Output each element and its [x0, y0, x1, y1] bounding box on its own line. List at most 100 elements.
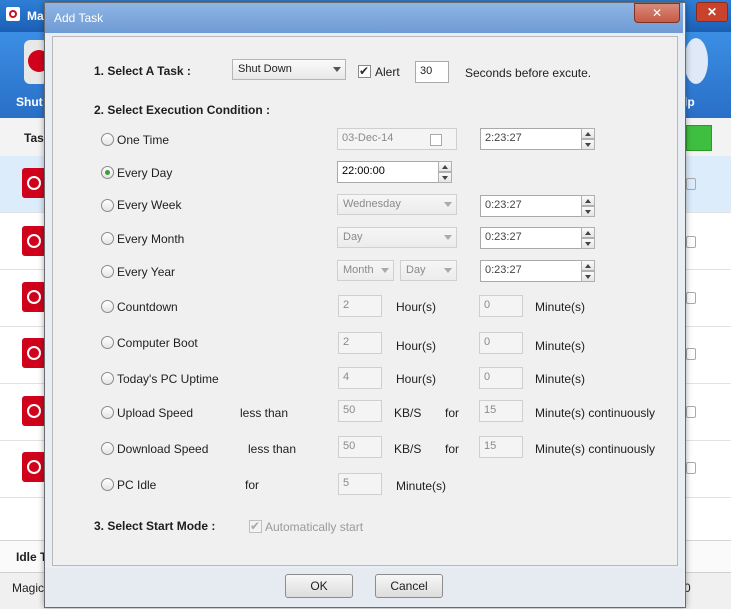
uptime-hours-unit: Hour(s) — [396, 372, 437, 386]
every-week-label: Every Week — [117, 198, 182, 212]
download-speed-input[interactable]: 50 — [338, 436, 382, 458]
spin-down-icon[interactable] — [581, 271, 595, 282]
row-action-icon[interactable] — [686, 406, 696, 418]
cancel-button[interactable]: Cancel — [375, 574, 443, 598]
upload-speed-label: Upload Speed — [117, 406, 194, 420]
every-day-time-input[interactable]: 22:00:00 — [337, 161, 439, 183]
spin-up-icon[interactable] — [581, 195, 595, 206]
weekday-select[interactable]: Wednesday — [337, 194, 457, 215]
spin-down-icon[interactable] — [581, 238, 595, 249]
one-time-label: One Time — [117, 133, 170, 147]
download-minutes-input[interactable]: 15 — [479, 436, 523, 458]
countdown-hours-unit: Hour(s) — [396, 300, 437, 314]
upload-for-label: for — [445, 406, 460, 420]
row-action-icon[interactable] — [686, 348, 696, 360]
boot-hours-input[interactable]: 2 — [338, 332, 382, 354]
year-month-select-value: Month — [343, 264, 374, 276]
one-time-time-input[interactable]: 2:23:27 — [480, 128, 582, 150]
month-day-select[interactable]: Day — [337, 227, 457, 248]
countdown-label: Countdown — [117, 300, 178, 314]
dialog-title: Add Task — [54, 11, 104, 25]
every-year-time-input[interactable]: 0:23:27 — [480, 260, 582, 282]
every-week-time-spinner[interactable] — [581, 195, 595, 217]
row-action-icon[interactable] — [686, 462, 696, 474]
row-action-icon[interactable] — [686, 236, 696, 248]
every-month-radio[interactable] — [101, 232, 114, 245]
seconds-before-label: Seconds before excute. — [465, 66, 592, 80]
chevron-down-icon — [381, 268, 389, 273]
every-week-time-input[interactable]: 0:23:27 — [480, 195, 582, 217]
one-time-radio[interactable] — [101, 133, 114, 146]
download-minutes-unit: Minute(s) continuously — [535, 442, 656, 456]
every-year-radio[interactable] — [101, 265, 114, 278]
download-for-label: for — [445, 442, 460, 456]
idle-minutes-input[interactable]: 5 — [338, 473, 382, 495]
boot-hours-unit: Hour(s) — [396, 339, 437, 353]
uptime-hours-input[interactable]: 4 — [338, 367, 382, 389]
year-day-select-value: Day — [406, 264, 426, 276]
upload-minutes-input[interactable]: 15 — [479, 400, 523, 422]
alert-seconds-input[interactable]: 30 — [415, 61, 449, 83]
spin-up-icon[interactable] — [438, 161, 452, 172]
upload-speed-unit: KB/S — [394, 406, 422, 420]
computer-boot-radio[interactable] — [101, 336, 114, 349]
ok-button[interactable]: OK — [285, 574, 353, 598]
task-list-header-label: Tas — [24, 131, 44, 145]
download-speed-radio[interactable] — [101, 442, 114, 455]
idle-label: Idle T — [16, 550, 48, 564]
calendar-icon — [430, 134, 442, 146]
dialog-titlebar[interactable] — [45, 3, 683, 33]
dialog-close-button[interactable]: ✕ — [634, 3, 680, 23]
year-month-select[interactable]: Month — [337, 260, 394, 281]
row-action-icon[interactable] — [686, 178, 696, 190]
every-week-radio[interactable] — [101, 199, 114, 212]
boot-minutes-input[interactable]: 0 — [479, 332, 523, 354]
spin-down-icon[interactable] — [581, 206, 595, 217]
task-select-value: Shut Down — [238, 63, 292, 75]
task-power-icon — [22, 338, 46, 368]
one-time-time-spinner[interactable] — [581, 128, 595, 150]
start-mode-heading: 3. Select Start Mode : — [94, 519, 216, 533]
pc-idle-radio[interactable] — [101, 478, 114, 491]
every-day-radio[interactable] — [101, 166, 114, 179]
computer-boot-label: Computer Boot — [117, 336, 198, 350]
main-close-button[interactable]: ✕ — [696, 2, 728, 22]
every-day-time-spinner[interactable] — [438, 161, 452, 183]
countdown-hours-input[interactable]: 2 — [338, 295, 382, 317]
spin-down-icon[interactable] — [581, 139, 595, 150]
download-comparator-label: less than — [248, 442, 297, 456]
every-month-time-input[interactable]: 0:23:27 — [480, 227, 582, 249]
every-month-time-spinner[interactable] — [581, 227, 595, 249]
spin-down-icon[interactable] — [438, 172, 452, 183]
pc-uptime-radio[interactable] — [101, 372, 114, 385]
countdown-radio[interactable] — [101, 300, 114, 313]
execution-condition-heading: 2. Select Execution Condition : — [94, 103, 271, 117]
countdown-minutes-input[interactable]: 0 — [479, 295, 523, 317]
spin-up-icon[interactable] — [581, 260, 595, 271]
chevron-down-icon — [444, 268, 452, 273]
boot-minutes-unit: Minute(s) — [535, 339, 586, 353]
toolbar-shutdown-label[interactable]: Shut — [16, 95, 43, 109]
check-icon: ✔ — [250, 519, 261, 533]
every-day-label: Every Day — [117, 166, 173, 180]
upload-speed-radio[interactable] — [101, 406, 114, 419]
uptime-minutes-input[interactable]: 0 — [479, 367, 523, 389]
spin-up-icon[interactable] — [581, 227, 595, 238]
help-icon[interactable] — [684, 38, 708, 84]
every-year-time-spinner[interactable] — [581, 260, 595, 282]
task-select[interactable]: Shut Down — [232, 59, 346, 80]
chevron-down-icon — [444, 202, 452, 207]
task-power-icon — [22, 226, 46, 256]
alert-label: Alert — [375, 65, 400, 79]
every-month-label: Every Month — [117, 232, 185, 246]
pc-idle-for-label: for — [245, 478, 260, 492]
uptime-minutes-unit: Minute(s) — [535, 372, 586, 386]
upload-speed-input[interactable]: 50 — [338, 400, 382, 422]
year-day-select[interactable]: Day — [400, 260, 457, 281]
download-speed-label: Download Speed — [117, 442, 209, 456]
add-task-button[interactable] — [686, 125, 712, 151]
chevron-down-icon — [444, 235, 452, 240]
status-text: Magic — [12, 581, 45, 595]
row-action-icon[interactable] — [686, 292, 696, 304]
spin-up-icon[interactable] — [581, 128, 595, 139]
